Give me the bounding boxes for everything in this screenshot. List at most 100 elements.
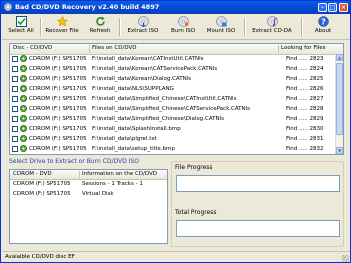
file-checkbox[interactable] <box>12 116 18 122</box>
close-button[interactable]: × <box>339 3 348 12</box>
file-status: Find ..... 2829 <box>286 116 324 122</box>
file-checkbox[interactable] <box>12 86 18 92</box>
file-status: Find ..... 2827 <box>286 96 324 102</box>
minimize-button[interactable]: – <box>318 3 327 12</box>
extract-cdda-label: Extract CD-DA <box>252 28 292 34</box>
file-checkbox[interactable] <box>12 106 18 112</box>
file-checkbox[interactable] <box>12 66 18 72</box>
file-status: Find ..... 2825 <box>286 76 324 82</box>
extract-iso-icon <box>137 16 149 27</box>
drive-row[interactable]: CDROM (F:) SP51705 Sessions - 1 Tracks -… <box>10 180 167 189</box>
toolbar-separator <box>301 18 303 36</box>
recover-file-button[interactable]: Recover File <box>43 16 81 38</box>
file-disc: CDROM (F:) SP51705 <box>29 66 87 72</box>
file-checkbox[interactable] <box>12 146 18 152</box>
column-disc[interactable]: Disc - CD/DVD <box>13 45 52 51</box>
resize-grip-icon[interactable] <box>342 255 349 262</box>
file-status: Find ..... 2828 <box>286 106 324 112</box>
toolbar: Select All Recover File Refresh Extract … <box>2 15 350 40</box>
refresh-button[interactable]: Refresh <box>86 16 114 38</box>
maximize-button[interactable]: □ <box>328 3 337 12</box>
file-row[interactable]: CDROM (F:) SP51705 F:\install_data\Korean… <box>10 55 343 64</box>
column-info[interactable]: Information on the CD/DVD <box>82 171 157 177</box>
file-checkbox[interactable] <box>12 96 18 102</box>
cd-disc-icon <box>20 55 27 62</box>
file-list-header: Disc - CD/DVD Files on CD/DVD Looking fo… <box>10 44 343 55</box>
file-status: Find ..... 2832 <box>286 146 324 152</box>
cd-disc-icon <box>20 125 27 132</box>
cd-disc-icon <box>20 75 27 82</box>
cd-disc-icon <box>20 85 27 92</box>
scroll-thumb[interactable] <box>336 63 343 135</box>
file-row[interactable]: CDROM (F:) SP51705 F:\install_data\NLS\SU… <box>10 85 343 94</box>
column-divider[interactable] <box>278 45 279 53</box>
file-disc: CDROM (F:) SP51705 <box>29 106 87 112</box>
drive-list[interactable]: CDROM - DVD Information on the CD/DVD CD… <box>9 169 168 244</box>
mount-iso-icon <box>215 16 227 27</box>
file-checkbox[interactable] <box>12 126 18 132</box>
toolbar-separator <box>40 18 42 36</box>
about-question-icon: ? <box>317 16 329 27</box>
file-disc: CDROM (F:) SP51705 <box>29 126 87 132</box>
about-button[interactable]: ? About <box>310 16 336 38</box>
scroll-down-arrow[interactable]: ▼ <box>336 147 343 154</box>
select-all-button[interactable]: Select All <box>5 16 37 38</box>
file-row[interactable]: CDROM (F:) SP51705 F:\install_data\setup_… <box>10 145 343 154</box>
file-row[interactable]: CDROM (F:) SP51705 F:\install_data\Simpli… <box>10 115 343 124</box>
file-row[interactable]: CDROM (F:) SP51705 F:\install_data\Splash… <box>10 125 343 134</box>
total-progress-bar <box>176 220 340 237</box>
drive-row[interactable]: CDROM (F:) SP51705 Virtual Disk <box>10 190 167 199</box>
file-disc: CDROM (F:) SP51705 <box>29 96 87 102</box>
file-disc: CDROM (F:) SP51705 <box>29 116 87 122</box>
extract-iso-label: Extract ISO <box>127 28 159 34</box>
drive-name: CDROM (F:) SP51705 <box>13 191 71 197</box>
recover-star-icon <box>56 16 68 27</box>
select-all-label: Select All <box>8 28 34 34</box>
file-path: F:\install_data\SplashInstall.bmp <box>92 126 181 132</box>
file-row[interactable]: CDROM (F:) SP51705 F:\install_data\Korean… <box>10 75 343 84</box>
extract-iso-button[interactable]: Extract ISO <box>124 16 162 38</box>
scroll-up-arrow[interactable]: ▲ <box>336 54 343 61</box>
column-divider[interactable] <box>89 45 90 53</box>
file-disc: CDROM (F:) SP51705 <box>29 146 87 152</box>
window-title: Bad CD/DVD Recovery v2.40 build 4897 <box>15 3 160 11</box>
file-row[interactable]: CDROM (F:) SP51705 F:\install_data\plgrel… <box>10 135 343 144</box>
drive-list-header: CDROM - DVD Information on the CD/DVD <box>10 170 167 180</box>
file-path: F:\install_data\setup_title.bmp <box>92 146 175 152</box>
file-checkbox[interactable] <box>12 56 18 62</box>
column-looking[interactable]: Looking for Files <box>281 45 326 51</box>
file-path: F:\install_data\Simplified_Chinese\CATIn… <box>92 96 237 102</box>
total-progress-label: Total Progress <box>175 209 217 216</box>
file-row[interactable]: CDROM (F:) SP51705 F:\install_data\Simpli… <box>10 95 343 104</box>
file-checkbox[interactable] <box>12 76 18 82</box>
toolbar-separator <box>119 18 121 36</box>
select-all-icon <box>15 16 27 27</box>
column-divider[interactable] <box>79 171 80 179</box>
file-row[interactable]: CDROM (F:) SP51705 F:\install_data\Simpli… <box>10 105 343 114</box>
cd-disc-icon <box>20 95 27 102</box>
burn-iso-icon <box>177 16 189 27</box>
burn-iso-button[interactable]: Burn ISO <box>168 16 198 38</box>
file-disc: CDROM (F:) SP51705 <box>29 76 87 82</box>
file-path: F:\install_data\Simplified_Chinese\CATSe… <box>92 106 251 112</box>
extract-cdda-button[interactable]: Extract CD-DA <box>249 16 295 38</box>
file-checkbox[interactable] <box>12 136 18 142</box>
vertical-scrollbar[interactable]: ▲ ▼ <box>335 54 343 154</box>
file-row[interactable]: CDROM (F:) SP51705 F:\install_data\Korean… <box>10 65 343 74</box>
file-progress-label: File Progress <box>175 164 213 171</box>
file-list[interactable]: Disc - CD/DVD Files on CD/DVD Looking fo… <box>9 43 344 155</box>
file-status: Find ..... 2826 <box>286 86 324 92</box>
column-cdrom[interactable]: CDROM - DVD <box>13 171 52 177</box>
cd-disc-icon <box>20 145 27 152</box>
column-files[interactable]: Files on CD/DVD <box>92 45 136 51</box>
file-path: F:\install_data\Korean\Dialog.CATNls <box>92 76 192 82</box>
about-label: About <box>314 28 332 34</box>
cd-disc-icon <box>20 115 27 122</box>
recover-file-label: Recover File <box>45 28 79 34</box>
drive-info: Sessions - 1 Tracks - 1 <box>82 181 143 187</box>
file-disc: CDROM (F:) SP51705 <box>29 56 87 62</box>
mount-iso-button[interactable]: Mount ISO <box>204 16 238 38</box>
file-disc: CDROM (F:) SP51705 <box>29 86 87 92</box>
title-bar[interactable]: Bad CD/DVD Recovery v2.40 build 4897 – □… <box>1 1 350 14</box>
file-status: Find ..... 2830 <box>286 126 324 132</box>
